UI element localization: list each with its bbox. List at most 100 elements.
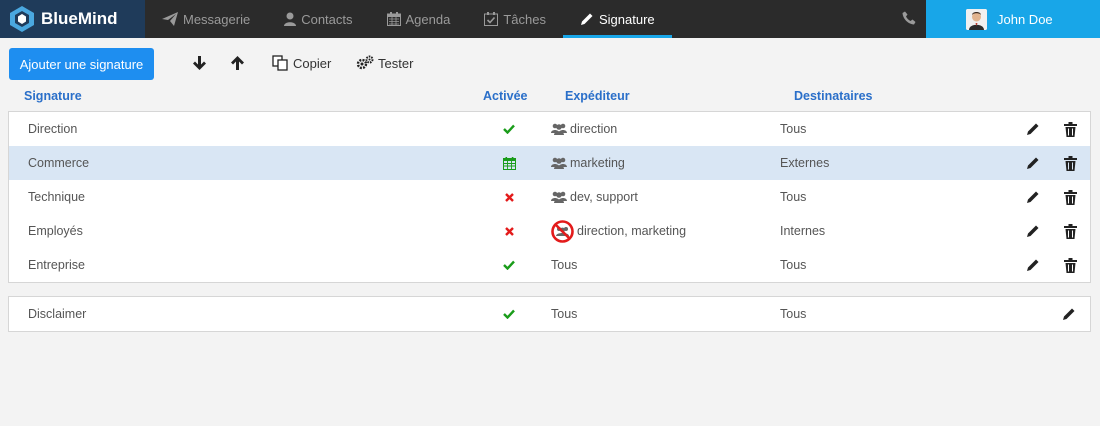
- recipients-text: Tous: [780, 258, 807, 272]
- table-row[interactable]: Disclaimer Tous Tous: [9, 297, 1090, 331]
- edit-button[interactable]: [1026, 214, 1040, 248]
- trash-icon: [1064, 223, 1077, 239]
- copy-button[interactable]: Copier: [272, 55, 331, 71]
- table-row[interactable]: Commerce marketing Externes: [9, 146, 1090, 180]
- signature-name: Commerce: [28, 156, 90, 170]
- trash-icon: [1064, 189, 1077, 205]
- group-icon: [551, 123, 567, 135]
- top-bar: BlueMind Messagerie Contacts Agenda Tâch…: [0, 0, 1100, 38]
- avatar: [966, 9, 987, 30]
- status-disabled-x-icon: [505, 180, 514, 214]
- edit-button[interactable]: [1062, 297, 1076, 331]
- pencil-icon: [1027, 157, 1039, 169]
- table-row[interactable]: Direction direction Tous: [9, 112, 1090, 146]
- column-header-signature[interactable]: Signature: [24, 89, 82, 103]
- table-row[interactable]: Technique dev, support Tous: [9, 180, 1090, 214]
- pencil-icon: [580, 13, 593, 25]
- delete-button[interactable]: [1064, 214, 1077, 248]
- edit-button[interactable]: [1026, 146, 1040, 180]
- sender-text: Tous: [551, 258, 578, 272]
- table-row[interactable]: Entreprise Tous Tous: [9, 248, 1090, 282]
- column-header-sender[interactable]: Expéditeur: [565, 89, 630, 103]
- brand-logo[interactable]: BlueMind: [0, 0, 145, 38]
- pencil-icon: [1063, 308, 1075, 320]
- pencil-icon: [1027, 225, 1039, 237]
- test-button[interactable]: Tester: [356, 55, 413, 71]
- avatar-portrait-icon: [966, 9, 987, 30]
- sender-cell: direction: [551, 112, 617, 146]
- delete-button[interactable]: [1064, 146, 1077, 180]
- recipients-text: Tous: [780, 307, 807, 321]
- recipients-text: Tous: [780, 122, 807, 136]
- paper-plane-icon: [162, 12, 178, 26]
- group-icon: [551, 191, 567, 203]
- trash-icon: [1064, 257, 1077, 273]
- user-name: John Doe: [997, 11, 1053, 27]
- signature-name: Employés: [28, 224, 83, 238]
- nav-label: Messagerie: [183, 11, 251, 27]
- delete-button[interactable]: [1064, 248, 1077, 282]
- table-row[interactable]: Employés direction, marketing Internes: [9, 214, 1090, 248]
- edit-button[interactable]: [1026, 180, 1040, 214]
- sender-text: Tous: [551, 307, 578, 321]
- nav-label: Contacts: [301, 11, 353, 27]
- signature-name: Direction: [28, 122, 78, 136]
- pencil-icon: [1027, 259, 1039, 271]
- pencil-icon: [1027, 191, 1039, 203]
- copy-label: Copier: [293, 55, 332, 71]
- nav-item-signature[interactable]: Signature: [562, 0, 672, 38]
- brand-name: BlueMind: [41, 9, 118, 28]
- recipients-text: Externes: [780, 156, 830, 170]
- sender-text: marketing: [570, 156, 625, 170]
- phone-icon[interactable]: [902, 11, 916, 25]
- edit-button[interactable]: [1026, 112, 1040, 146]
- sender-cell: marketing: [551, 146, 625, 180]
- add-signature-button[interactable]: Ajouter une signature: [9, 48, 154, 80]
- person-icon: [284, 12, 297, 26]
- nav-item-contacts[interactable]: Contacts: [267, 0, 369, 38]
- sender-text: dev, support: [570, 190, 638, 204]
- checkbox-calendar-icon: [484, 12, 499, 26]
- signature-name: Technique: [28, 190, 85, 204]
- group-icon: [551, 157, 567, 169]
- arrow-up-icon: [231, 56, 244, 70]
- nav-label: Tâches: [503, 11, 546, 27]
- status-enabled-check-icon: [503, 248, 515, 282]
- status-enabled-check-icon: [503, 297, 515, 331]
- status-enabled-check-icon: [503, 112, 515, 146]
- copy-icon: [272, 55, 288, 71]
- move-down-button[interactable]: [192, 55, 211, 71]
- signature-table: Direction direction Tous Commerce market…: [8, 111, 1091, 283]
- sender-text: direction: [570, 122, 618, 136]
- column-header-recipients[interactable]: Destinataires: [794, 89, 873, 103]
- recipients-text: Tous: [780, 190, 807, 204]
- sender-cell: dev, support: [551, 180, 638, 214]
- nav-item-agenda[interactable]: Agenda: [370, 0, 468, 38]
- status-disabled-x-icon: [505, 214, 514, 248]
- delete-button[interactable]: [1064, 180, 1077, 214]
- edit-button[interactable]: [1026, 248, 1040, 282]
- status-scheduled-calendar-icon: [503, 146, 516, 180]
- forbidden-group-icon: [551, 219, 574, 243]
- main-nav: Messagerie Contacts Agenda Tâches Signat…: [145, 0, 672, 38]
- pencil-icon: [1027, 123, 1039, 135]
- recipients-text: Internes: [780, 224, 826, 238]
- move-up-button[interactable]: [230, 55, 249, 71]
- bluemind-logo-icon: [10, 6, 34, 32]
- trash-icon: [1064, 121, 1077, 137]
- disclaimer-table: Disclaimer Tous Tous: [8, 296, 1091, 332]
- nav-item-messagerie[interactable]: Messagerie: [145, 0, 267, 38]
- nav-label: Agenda: [405, 11, 451, 27]
- trash-icon: [1064, 155, 1077, 171]
- sender-cell: direction, marketing: [551, 214, 686, 248]
- gears-icon: [356, 55, 374, 70]
- column-header-active[interactable]: Activée: [483, 89, 527, 103]
- nav-item-taches[interactable]: Tâches: [467, 0, 563, 38]
- signature-name: Entreprise: [28, 258, 85, 272]
- sender-text: direction, marketing: [577, 224, 687, 238]
- user-menu[interactable]: John Doe: [926, 0, 1100, 38]
- delete-button[interactable]: [1064, 112, 1077, 146]
- test-label: Tester: [378, 55, 414, 71]
- arrow-down-icon: [193, 56, 206, 70]
- disclaimer-name: Disclaimer: [28, 307, 87, 321]
